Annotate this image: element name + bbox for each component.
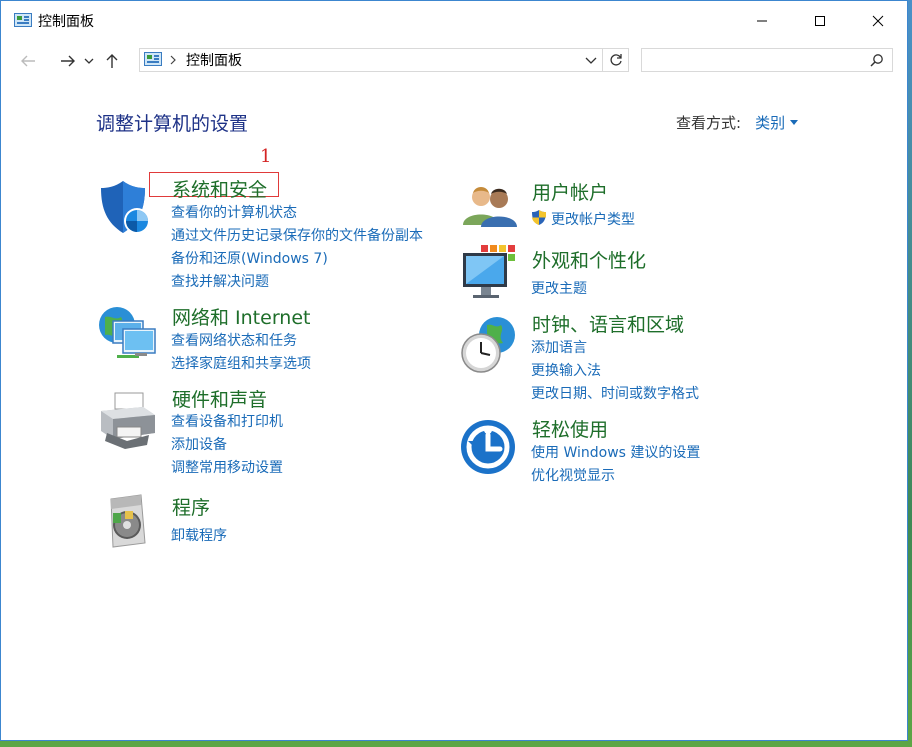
caret-down-icon — [790, 120, 799, 125]
users-icon — [463, 187, 517, 227]
minimize-icon — [757, 20, 767, 22]
window-title: 控制面板 — [38, 14, 94, 30]
navigation-bar: 控制面板 — [1, 41, 907, 81]
category-title-programs[interactable]: 程序 — [172, 493, 210, 520]
link-mobility-settings[interactable]: 调整常用移动设置 — [171, 457, 283, 477]
link-devices-printers[interactable]: 查看设备和打印机 — [171, 411, 283, 431]
network-globe-icon — [99, 307, 156, 358]
chevron-down-icon[interactable] — [584, 52, 598, 68]
link-add-language[interactable]: 添加语言 — [531, 337, 587, 357]
monitor-color-icon — [463, 245, 515, 298]
shield-icon — [101, 181, 150, 234]
search-input[interactable] — [646, 50, 860, 72]
forward-button[interactable] — [55, 45, 81, 77]
address-bar[interactable]: 控制面板 — [139, 48, 603, 72]
clock-globe-icon — [461, 317, 515, 373]
arrow-right-icon — [61, 55, 75, 67]
uac-shield-icon — [532, 210, 546, 225]
ease-of-access-icon — [461, 420, 515, 474]
printer-icon — [101, 392, 155, 449]
category-title-hardware-sound[interactable]: 硬件和声音 — [172, 385, 267, 412]
category-title-user-accounts[interactable]: 用户帐户 — [532, 178, 608, 205]
close-button[interactable] — [849, 1, 907, 41]
link-troubleshoot[interactable]: 查找并解决问题 — [171, 271, 269, 291]
link-change-account-type[interactable]: 更改帐户类型 — [531, 209, 635, 229]
chevron-down-icon — [84, 58, 94, 64]
programs-disc-icon — [110, 494, 146, 548]
link-backup-restore[interactable]: 备份和还原(Windows 7) — [171, 248, 328, 268]
category-title-network-internet[interactable]: 网络和 Internet — [172, 303, 310, 330]
annotation-number: 1 — [260, 146, 272, 167]
title-bar: 控制面板 — [1, 1, 907, 41]
recent-locations-button[interactable] — [81, 45, 97, 77]
refresh-button[interactable] — [603, 48, 629, 72]
breadcrumb-control-panel[interactable]: 控制面板 — [186, 50, 242, 70]
minimize-button[interactable] — [733, 1, 791, 41]
link-add-device[interactable]: 添加设备 — [171, 434, 227, 454]
view-by-dropdown[interactable]: 类别 — [755, 112, 799, 133]
link-uninstall-program[interactable]: 卸载程序 — [171, 525, 227, 545]
arrow-left-icon — [21, 55, 35, 67]
up-button[interactable] — [99, 45, 125, 77]
control-panel-window: 控制面板 控制面板 调整计算机的设置 查看方式: 类别 1 系统和安全 查看你的… — [0, 0, 908, 741]
category-title-ease-of-access[interactable]: 轻松使用 — [532, 415, 608, 442]
close-icon — [872, 15, 884, 27]
link-change-theme[interactable]: 更改主题 — [531, 278, 587, 298]
link-change-input-method[interactable]: 更换输入法 — [531, 360, 601, 380]
link-file-history-backup[interactable]: 通过文件历史记录保存你的文件备份副本 — [171, 225, 423, 245]
view-by: 查看方式: 类别 — [676, 112, 799, 133]
search-icon[interactable] — [870, 53, 884, 67]
control-panel-icon — [14, 13, 32, 27]
category-title-clock-language-region[interactable]: 时钟、语言和区域 — [532, 310, 684, 337]
search-box[interactable] — [641, 48, 893, 72]
page-title: 调整计算机的设置 — [96, 113, 249, 135]
back-button[interactable] — [15, 45, 41, 77]
maximize-button[interactable] — [791, 1, 849, 41]
category-title-system-security[interactable]: 系统和安全 — [172, 175, 267, 202]
arrow-up-icon — [106, 54, 118, 68]
refresh-icon — [609, 54, 622, 66]
link-homegroup-sharing[interactable]: 选择家庭组和共享选项 — [171, 353, 311, 373]
link-view-computer-status[interactable]: 查看你的计算机状态 — [171, 202, 297, 222]
breadcrumb-separator-icon[interactable] — [170, 55, 176, 65]
control-panel-icon — [144, 52, 162, 66]
maximize-icon — [815, 16, 825, 26]
category-title-appearance[interactable]: 外观和个性化 — [532, 246, 646, 273]
link-optimize-visual-display[interactable]: 优化视觉显示 — [531, 465, 615, 485]
link-change-date-time-format[interactable]: 更改日期、时间或数字格式 — [531, 383, 699, 403]
view-by-label: 查看方式: — [676, 114, 742, 132]
link-windows-recommended-settings[interactable]: 使用 Windows 建议的设置 — [531, 442, 700, 462]
link-network-status[interactable]: 查看网络状态和任务 — [171, 330, 297, 350]
